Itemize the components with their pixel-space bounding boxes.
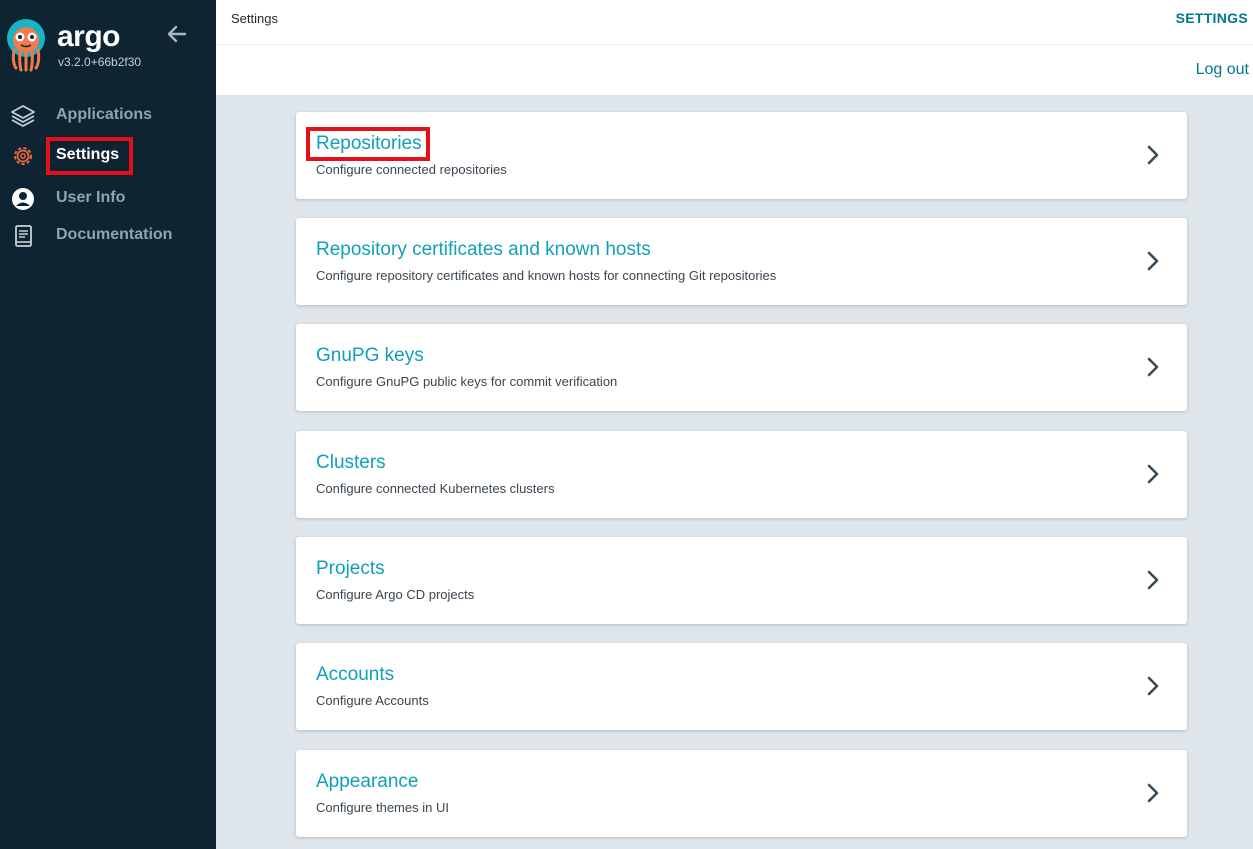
card-description: Configure repository certificates and kn… bbox=[316, 268, 777, 283]
chevron-right-icon bbox=[1147, 251, 1159, 271]
settings-card-projects[interactable]: Projects Configure Argo CD projects bbox=[296, 537, 1187, 624]
sidebar-item-label: Documentation bbox=[56, 226, 173, 243]
layers-icon bbox=[11, 105, 35, 127]
sidebar-item-label: Settings bbox=[56, 146, 120, 163]
chevron-right-icon bbox=[1147, 357, 1159, 377]
card-description: Configure Argo CD projects bbox=[316, 587, 475, 602]
card-title: Repositories bbox=[316, 133, 422, 154]
sidebar-item-settings[interactable]: Settings bbox=[0, 138, 216, 172]
version-label: v3.2.0+66b2f30 bbox=[58, 55, 142, 69]
sidebar-item-user-info[interactable]: User Info bbox=[0, 181, 216, 215]
top-bar: Settings SETTINGS Log out bbox=[216, 0, 1253, 95]
arrow-left-icon[interactable] bbox=[165, 22, 189, 46]
breadcrumb: Settings bbox=[231, 11, 278, 26]
settings-card-appearance[interactable]: Appearance Configure themes in UI bbox=[296, 750, 1187, 837]
card-description: Configure GnuPG public keys for commit v… bbox=[316, 374, 618, 389]
sidebar-item-label: Applications bbox=[56, 106, 153, 123]
settings-card-clusters[interactable]: Clusters Configure connected Kubernetes … bbox=[296, 431, 1187, 518]
chevron-right-icon bbox=[1147, 464, 1159, 484]
chevron-right-icon bbox=[1147, 676, 1159, 696]
chevron-right-icon bbox=[1147, 783, 1159, 803]
book-icon bbox=[15, 225, 32, 247]
card-description: Configure Accounts bbox=[316, 693, 429, 708]
argo-logo-icon bbox=[7, 19, 45, 72]
gear-icon bbox=[14, 147, 32, 165]
settings-card-gnupg-keys[interactable]: GnuPG keys Configure GnuPG public keys f… bbox=[296, 324, 1187, 411]
card-title: Projects bbox=[316, 558, 385, 579]
page-title: SETTINGS bbox=[1175, 10, 1248, 26]
card-description: Configure connected Kubernetes clusters bbox=[316, 481, 555, 496]
sidebar-item-label: User Info bbox=[56, 189, 126, 206]
card-title: Accounts bbox=[316, 664, 395, 685]
settings-card-accounts[interactable]: Accounts Configure Accounts bbox=[296, 643, 1187, 730]
card-title: GnuPG keys bbox=[316, 345, 424, 366]
logout-link[interactable]: Log out bbox=[1196, 61, 1249, 79]
settings-card-repositories[interactable]: Repositories Configure connected reposit… bbox=[296, 112, 1187, 199]
user-circle-icon bbox=[12, 188, 34, 210]
card-description: Configure connected repositories bbox=[316, 162, 507, 177]
settings-card-certificates[interactable]: Repository certificates and known hosts … bbox=[296, 218, 1187, 305]
card-description: Configure themes in UI bbox=[316, 800, 449, 815]
card-title: Appearance bbox=[316, 771, 419, 792]
chevron-right-icon bbox=[1147, 145, 1159, 165]
sidebar-item-documentation[interactable]: Documentation bbox=[0, 218, 216, 252]
header-divider bbox=[216, 44, 1253, 45]
sidebar: argo v3.2.0+66b2f30 Applications Setting… bbox=[0, 0, 216, 849]
brand-name: argo bbox=[57, 20, 121, 53]
card-title: Repository certificates and known hosts bbox=[316, 239, 651, 260]
card-title: Clusters bbox=[316, 452, 386, 473]
sidebar-item-applications[interactable]: Applications bbox=[0, 98, 216, 132]
chevron-right-icon bbox=[1147, 570, 1159, 590]
